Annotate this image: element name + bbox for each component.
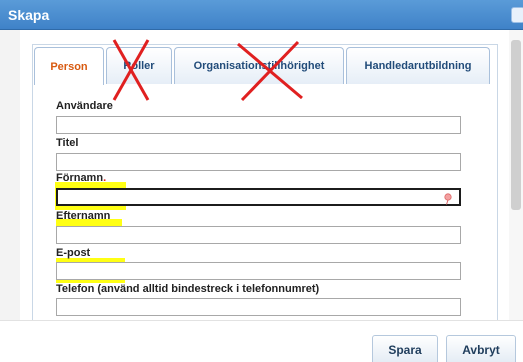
close-icon[interactable] [511,7,523,23]
tab-roller[interactable]: Roller [106,47,172,84]
label-telefon: Telefon (använd alltid bindestreck i tel… [56,283,320,295]
save-button-label: Spara [388,343,422,357]
label-anvandare: Användare [56,100,113,112]
scrollbar-thumb[interactable] [511,40,521,210]
pin-icon [444,193,452,205]
save-button[interactable]: Spara [372,335,438,362]
efternamn-input[interactable] [56,226,461,244]
titel-input[interactable] [56,153,461,171]
tab-handledarutbildning[interactable]: Handledarutbildning [346,47,490,84]
required-marker: . [103,172,107,184]
tab-person[interactable]: Person [34,47,104,85]
dialog-titlebar: Skapa [0,0,523,30]
label-titel: Titel [56,137,79,149]
epost-input[interactable] [56,262,461,280]
anvandare-input[interactable] [56,116,461,134]
left-edge [0,30,20,320]
label-efternamn: Efternamn [56,210,111,222]
scrollbar[interactable] [509,30,523,320]
cancel-button[interactable]: Avbryt [446,335,516,362]
tab-label: Roller [123,60,155,72]
label-fornamn: Förnamn. [56,172,106,184]
tab-label: Organisationstillhörighet [193,60,325,72]
tab-label: Person [50,60,88,73]
tab-label: Handledarutbildning [364,60,472,72]
dialog-title: Skapa [8,7,50,23]
dialog-footer [0,321,523,362]
telefon-input[interactable] [56,298,461,316]
label-fornamn-text: Förnamn [56,172,104,184]
label-epost: E-post [56,247,91,259]
cancel-button-label: Avbryt [462,343,500,357]
tab-organisationstillhorighet[interactable]: Organisationstillhörighet [174,47,344,84]
fornamn-input[interactable] [56,188,461,206]
